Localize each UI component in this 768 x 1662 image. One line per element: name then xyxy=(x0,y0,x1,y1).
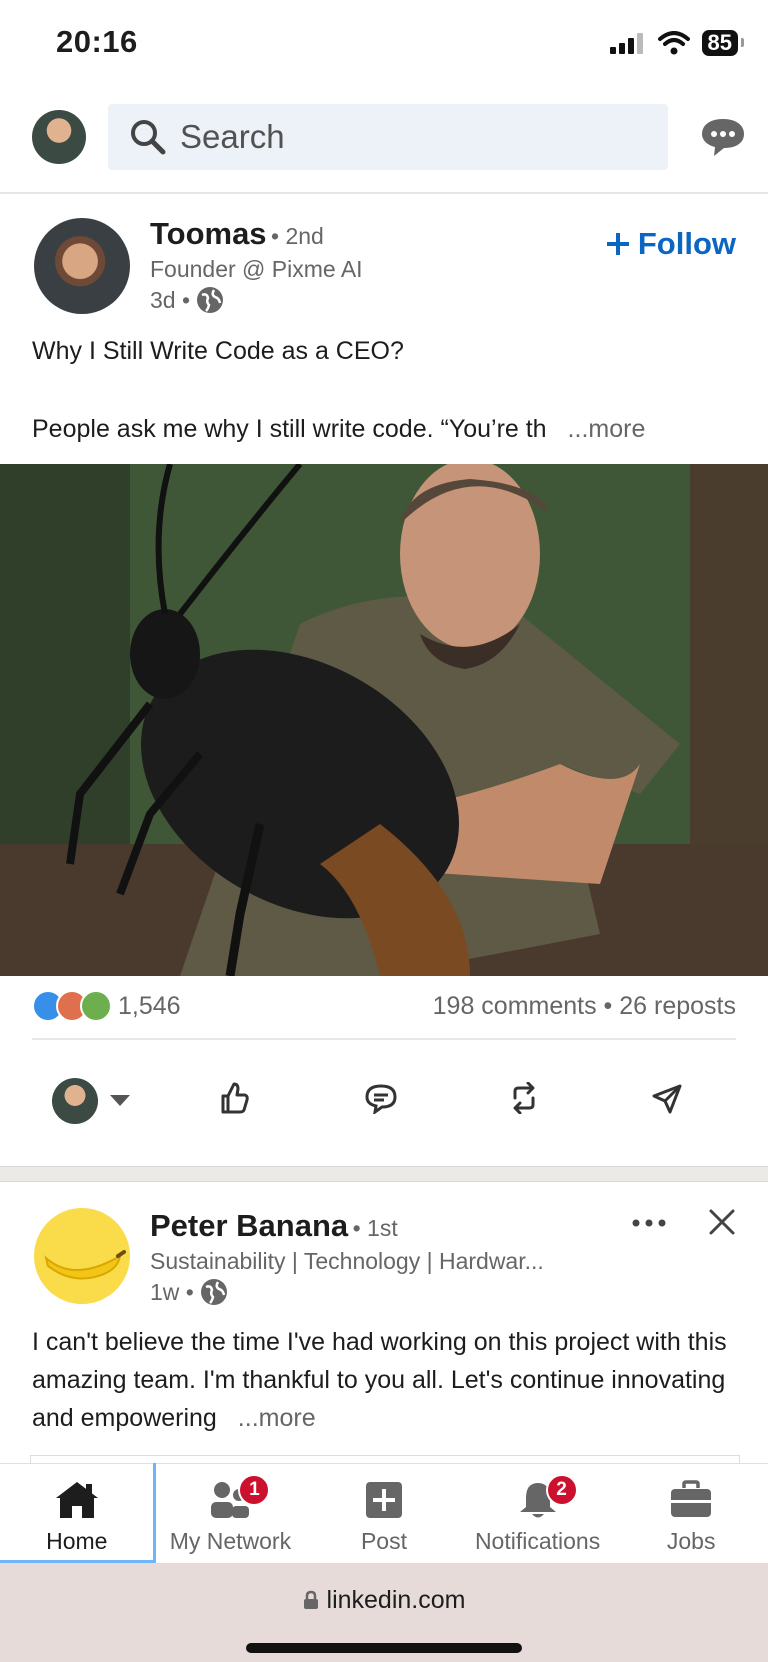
post-text: I can't believe the time I've had workin… xyxy=(32,1323,740,1437)
post-title: Why I Still Write Code as a CEO? xyxy=(32,337,404,365)
globe-icon xyxy=(200,1279,227,1305)
notification-badge: 2 xyxy=(545,1474,578,1506)
notification-badge: 1 xyxy=(238,1474,271,1506)
home-indicator[interactable] xyxy=(246,1643,522,1653)
banana-logo xyxy=(44,1250,126,1280)
post-image-illustration xyxy=(0,464,768,976)
post-author-line: Toomas • 2nd xyxy=(150,216,324,252)
more-options-icon[interactable] xyxy=(632,1218,666,1228)
reaction-count: 1,546 xyxy=(118,991,181,1020)
status-icons: 85 xyxy=(609,30,745,56)
comments-reposts-count[interactable]: 198 comments • 26 reposts xyxy=(433,992,736,1021)
nav-post[interactable]: Post xyxy=(307,1464,461,1564)
see-more-link[interactable]: ...more xyxy=(568,415,646,443)
messaging-icon[interactable] xyxy=(700,116,746,158)
nav-my-network[interactable]: 1 My Network xyxy=(154,1464,308,1564)
author-headline: Sustainability | Technology | Hardwar... xyxy=(150,1248,544,1274)
post-time: 1w • xyxy=(150,1278,194,1305)
status-time: 20:16 xyxy=(56,24,138,59)
nav-jobs[interactable]: Jobs xyxy=(614,1464,768,1564)
cellular-signal-icon xyxy=(609,33,643,54)
nav-label: Post xyxy=(360,1528,407,1554)
post-text-body: I can't believe the time I've had workin… xyxy=(32,1328,727,1432)
follow-button[interactable]: Follow xyxy=(606,226,736,262)
url-display[interactable]: linkedin.com xyxy=(0,1586,768,1615)
post-text-body: People ask me why I still write code. “Y… xyxy=(32,415,547,443)
post-text: People ask me why I still write code. “Y… xyxy=(32,410,742,448)
battery-indicator: 85 xyxy=(701,30,745,56)
plus-icon xyxy=(606,233,629,255)
reaction-actor-switcher[interactable] xyxy=(52,1078,130,1124)
close-icon[interactable] xyxy=(708,1208,736,1236)
author-name[interactable]: Toomas xyxy=(150,216,267,251)
follow-label: Follow xyxy=(637,226,736,261)
like-icon[interactable] xyxy=(220,1082,250,1114)
post-meta: 1w • xyxy=(150,1278,228,1306)
comment-icon[interactable] xyxy=(365,1084,397,1114)
author-name[interactable]: Peter Banana xyxy=(150,1208,348,1243)
feed-separator xyxy=(0,1166,768,1182)
nav-label: Notifications xyxy=(474,1528,601,1554)
connection-degree: • 1st xyxy=(352,1215,398,1241)
search-icon xyxy=(131,120,166,155)
search-placeholder: Search xyxy=(180,118,285,155)
globe-icon xyxy=(197,287,224,313)
repost-icon[interactable] xyxy=(510,1082,538,1114)
post-time: 3d • xyxy=(150,286,191,313)
author-avatar[interactable] xyxy=(34,1208,130,1304)
home-focus-indicator xyxy=(0,1463,156,1563)
social-counts: 1,546 198 comments • 26 reposts xyxy=(32,990,736,1022)
actor-avatar xyxy=(52,1078,98,1124)
post-action-bar xyxy=(32,1038,736,1160)
briefcase-icon xyxy=(671,1480,712,1517)
url-text: linkedin.com xyxy=(326,1586,466,1614)
nav-notifications[interactable]: 2 Notifications xyxy=(461,1464,615,1564)
profile-avatar[interactable] xyxy=(32,110,86,164)
post-meta: 3d • xyxy=(150,286,224,314)
author-headline: Founder @ Pixme AI xyxy=(150,256,363,282)
reactions-summary[interactable]: 1,546 xyxy=(32,990,181,1022)
header-divider xyxy=(0,192,768,194)
post-image[interactable] xyxy=(0,464,768,976)
send-icon[interactable] xyxy=(652,1084,682,1114)
wifi-icon xyxy=(657,31,690,55)
post-author-line: Peter Banana • 1st xyxy=(150,1208,398,1244)
chevron-down-icon xyxy=(110,1095,130,1106)
nav-label: My Network xyxy=(169,1528,292,1554)
author-avatar[interactable] xyxy=(34,218,130,314)
lock-icon xyxy=(303,1590,318,1609)
search-input[interactable]: Search xyxy=(108,104,668,170)
see-more-link[interactable]: ...more xyxy=(238,1404,316,1432)
nav-label: Jobs xyxy=(666,1528,716,1554)
support-reaction-icon xyxy=(80,990,112,1022)
connection-degree: • 2nd xyxy=(271,223,324,249)
plus-square-icon xyxy=(365,1482,402,1518)
